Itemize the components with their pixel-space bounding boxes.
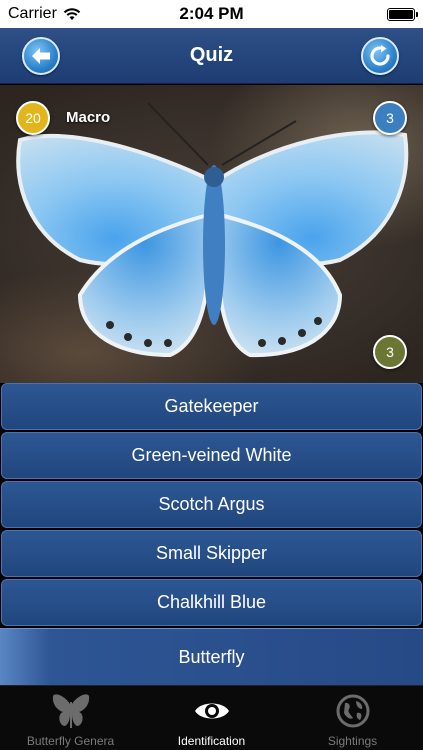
- answer-option-label: Green-veined White: [131, 445, 292, 465]
- count-badge-bottom: 3: [373, 335, 407, 369]
- score-badge: 20: [16, 101, 50, 135]
- navigation-bar: Quiz: [0, 28, 423, 84]
- wifi-icon: [63, 7, 81, 20]
- tab-label: Butterfly Genera: [26, 734, 115, 748]
- answer-options: Gatekeeper Green-veined White Scotch Arg…: [0, 383, 423, 628]
- butterfly-photo: 20 Macro 3 3: [0, 85, 423, 383]
- carrier-label: Carrier: [8, 5, 57, 22]
- tab-label: Sightings: [327, 734, 378, 748]
- tab-label: Identification: [177, 734, 246, 748]
- category-label: Butterfly: [178, 646, 245, 667]
- answer-option[interactable]: Gatekeeper: [1, 383, 422, 430]
- count-badge-top: 3: [373, 101, 407, 135]
- answer-option[interactable]: Green-veined White: [1, 432, 422, 479]
- tab-bar: Butterfly Genera Identification Sighting…: [0, 685, 423, 750]
- tab-butterfly-genera[interactable]: Butterfly Genera: [0, 686, 141, 750]
- answer-option-label: Chalkhill Blue: [156, 592, 267, 612]
- butterfly-image: [16, 102, 409, 358]
- answer-option[interactable]: Chalkhill Blue: [1, 579, 422, 626]
- tab-sightings[interactable]: Sightings: [282, 686, 423, 750]
- page-title: Quiz: [189, 44, 234, 66]
- back-button[interactable]: [22, 37, 60, 75]
- answer-option-label: Small Skipper: [155, 543, 268, 563]
- battery-icon: [387, 7, 418, 21]
- mode-label: Macro: [66, 109, 111, 126]
- globe-icon: [336, 694, 369, 728]
- tab-identification[interactable]: Identification: [141, 686, 282, 750]
- refresh-icon: [370, 45, 390, 66]
- status-bar: Carrier 2:04 PM: [0, 0, 423, 28]
- butterfly-icon: [52, 694, 89, 728]
- answer-option[interactable]: Small Skipper: [1, 530, 422, 577]
- arrow-left-icon: [32, 48, 50, 64]
- answer-option-label: Scotch Argus: [158, 494, 265, 514]
- answer-option[interactable]: Scotch Argus: [1, 481, 422, 528]
- refresh-button[interactable]: [361, 37, 399, 75]
- answer-option-label: Gatekeeper: [164, 396, 259, 416]
- eye-icon: [194, 703, 229, 719]
- category-bar[interactable]: Butterfly: [0, 628, 423, 685]
- status-time: 2:04 PM: [179, 4, 244, 23]
